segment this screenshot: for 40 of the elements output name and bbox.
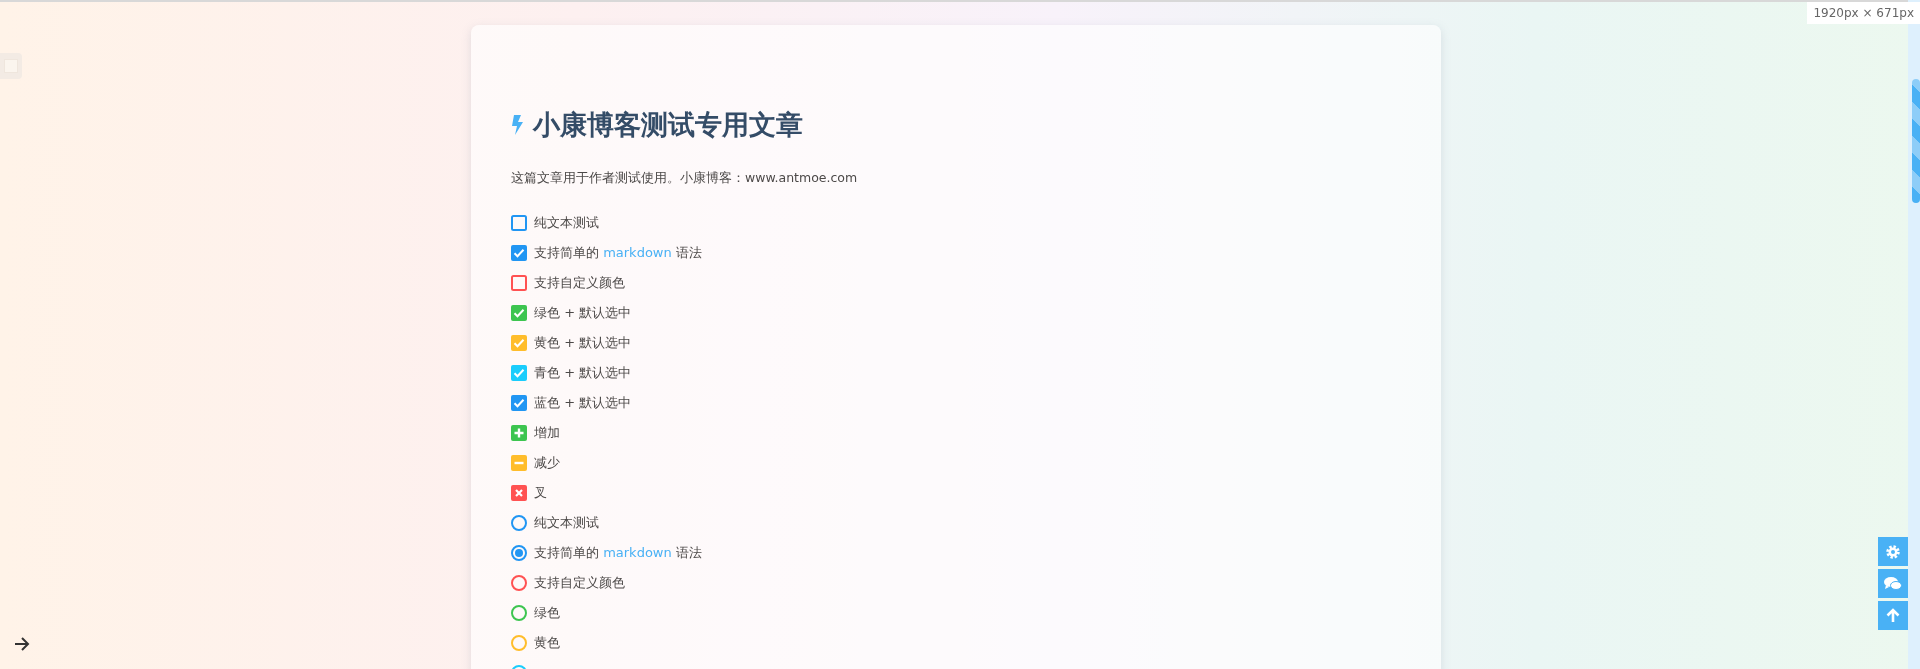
checkbox[interactable] bbox=[511, 335, 527, 351]
arrow-right-icon[interactable] bbox=[14, 637, 30, 651]
radio-button[interactable] bbox=[511, 605, 527, 621]
checkbox[interactable] bbox=[511, 245, 527, 261]
lightning-icon bbox=[511, 115, 523, 135]
item-label: 支持简单的 markdown 语法 bbox=[534, 245, 702, 261]
item-label: 支持自定义颜色 bbox=[534, 575, 625, 591]
article-title: 小康博客测试专用文章 bbox=[533, 108, 803, 142]
item-label: 支持自定义颜色 bbox=[534, 275, 625, 291]
markdown-link[interactable]: markdown bbox=[603, 545, 672, 560]
markdown-link[interactable]: markdown bbox=[603, 245, 672, 260]
radio-button[interactable] bbox=[511, 545, 527, 561]
item-label: 黄色 bbox=[534, 635, 560, 651]
item-label: 叉 bbox=[534, 485, 547, 501]
back-to-top-button[interactable] bbox=[1878, 601, 1908, 630]
item-label: 绿色 + 默认选中 bbox=[534, 305, 632, 321]
chat-button[interactable] bbox=[1878, 569, 1908, 598]
checkbox[interactable] bbox=[511, 365, 527, 381]
radio-button[interactable] bbox=[511, 575, 527, 591]
item-label: 黄色 + 默认选中 bbox=[534, 335, 632, 351]
checkbox[interactable] bbox=[511, 395, 527, 411]
item-label: 蓝色 + 默认选中 bbox=[534, 395, 632, 411]
checkbox[interactable] bbox=[511, 215, 527, 231]
item-label: 绿色 bbox=[534, 605, 560, 621]
checkbox[interactable] bbox=[511, 275, 527, 291]
item-label: 支持简单的 markdown 语法 bbox=[534, 545, 702, 561]
gear-icon bbox=[1885, 543, 1901, 560]
radio-button[interactable] bbox=[511, 515, 527, 531]
radio-button[interactable] bbox=[511, 635, 527, 651]
item-label: 减少 bbox=[534, 455, 560, 471]
chat-icon bbox=[1884, 576, 1902, 591]
item-label: 纯文本测试 bbox=[534, 215, 599, 231]
checkbox[interactable] bbox=[511, 305, 527, 321]
article-intro: 这篇文章用于作者测试使用。小康博客：www.antmoe.com bbox=[511, 170, 859, 186]
item-label: 纯文本测试 bbox=[534, 515, 599, 531]
arrow-up-icon bbox=[1886, 608, 1900, 623]
item-label: 青色 + 默认选中 bbox=[534, 365, 632, 381]
item-label: 增加 bbox=[534, 425, 560, 441]
size-badge: 1920px × 671px bbox=[1807, 2, 1920, 24]
settings-button[interactable] bbox=[1878, 537, 1908, 566]
